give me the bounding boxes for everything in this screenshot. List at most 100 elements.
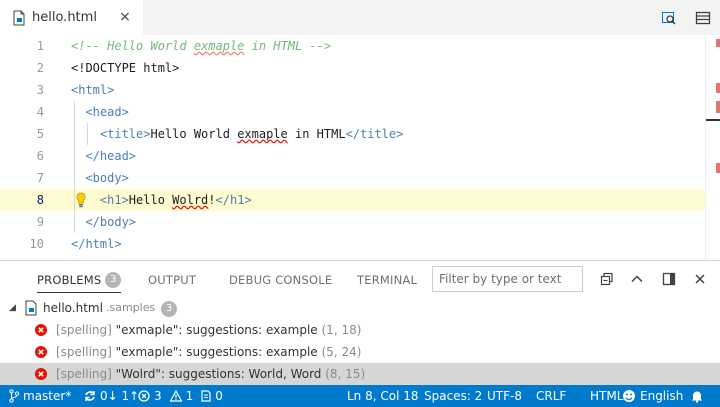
sync-item[interactable]: 0↓ 1↑ [84,385,139,407]
tab-output[interactable]: OUTPUT [148,261,196,299]
code-editor[interactable]: 1 <!-- Hello World exmaple in HTML --> 2 <!… [0,35,720,260]
cursor-position-item[interactable]: Ln 8, Col 18 [347,385,419,407]
code-token: </title> [345,127,404,141]
tab-terminal[interactable]: TERMINAL [357,261,417,299]
ruler-error-mark [716,101,720,113]
close-icon[interactable]: × [117,9,133,25]
ruler-error-mark [716,83,720,93]
split-editor-icon[interactable] [686,0,720,35]
code-line[interactable]: 7 <body> [0,167,705,189]
file-problems-badge: 3 [161,301,177,317]
notifications-item[interactable] [690,385,708,407]
line-number: 1 [36,39,44,53]
sync-icon [85,391,95,401]
eol-item[interactable]: CRLF [536,385,566,407]
indentation-item[interactable]: Spaces: 2 [424,385,482,407]
ruler-cursor-mark [706,119,720,121]
code-text: </body> [71,211,136,233]
expand-chevron-icon[interactable]: ◢ [9,297,16,319]
code-text: <h1>Hello Wolrd!</h1> [71,189,252,211]
info-count: 0 [215,389,223,403]
overview-ruler[interactable] [705,35,720,260]
problem-row[interactable]: [spelling] "Wolrd": suggestions: World, … [0,363,720,385]
error-icon [35,346,47,358]
problems-status-item[interactable]: 3 1 0 [138,385,223,407]
error-icon [138,390,150,402]
tab-problems[interactable]: PROBLEMS 3 [37,261,122,299]
code-line[interactable]: 9 </body> [0,211,705,233]
file-html-icon [13,10,25,25]
problem-row[interactable]: [spelling] "exmaple": suggestions: examp… [0,341,720,363]
tab-debug-console[interactable]: DEBUG CONSOLE [229,261,332,299]
code-token: Hello World [150,127,238,141]
code-line[interactable]: 6 </head> [0,145,705,167]
language-mode-item[interactable]: HTML [590,385,623,407]
open-preview-icon[interactable] [652,0,686,35]
code-line[interactable]: 2 <!DOCTYPE html> [0,57,705,79]
close-panel-icon[interactable] [692,271,708,287]
code-text: <!-- Hello World exmaple in HTML --> [71,35,331,57]
misspelled-word: exmaple [193,39,245,53]
warning-count: 1 [185,389,194,403]
code-token: <head> [71,105,129,119]
file-html-icon [25,300,37,316]
code-text: </head> [71,145,136,167]
code-token: <body> [71,171,129,185]
status-bar: master* 0↓ 1↑ 3 1 0 Ln 8, Col 18 Spaces:… [0,385,720,407]
editor-actions [652,0,720,35]
ruler-error-mark [716,39,720,47]
tab-hello-html[interactable]: hello.html × [0,0,143,35]
locale-item[interactable]: English [622,385,683,407]
problem-message: "exmaple": suggestions: example [115,323,322,337]
problem-text: [spelling] "exmaple": suggestions: examp… [56,341,361,363]
code-line[interactable]: 1 <!-- Hello World exmaple in HTML --> [0,35,705,57]
error-icon [35,368,47,380]
git-branch-icon [9,389,19,403]
line-number: 7 [36,171,44,185]
problem-source: [spelling] [56,345,116,359]
line-number: 6 [36,149,44,163]
code-token: <!DOCTYPE html> [71,61,180,75]
problem-location: (8, 15) [325,367,366,381]
code-line[interactable]: 5 <title>Hello World exmaple in HTML</ti… [0,123,705,145]
line-number: 3 [36,83,44,97]
problem-row[interactable]: [spelling] "exmaple": suggestions: examp… [0,319,720,341]
problem-location: (1, 18) [321,323,362,337]
code-text: </html> [71,233,122,255]
code-text: <body> [71,167,129,189]
line-number: 10 [29,237,44,251]
code-token: in HTML [287,127,346,141]
problem-message: "Wolrd": suggestions: World, Word [115,367,326,381]
encoding-item[interactable]: UTF-8 [487,385,522,407]
problem-location: (5, 24) [321,345,362,359]
code-line[interactable]: 10 </html> [0,233,705,255]
problem-message: "exmaple": suggestions: example [115,345,322,359]
problems-file-name: hello.html [43,301,103,315]
smiley-icon [623,390,635,402]
problems-count-badge: 3 [105,271,122,288]
problems-filter-input[interactable]: Filter by type or text [432,266,583,292]
code-line[interactable]: 4 <head> [0,101,705,123]
misspelled-word: exmaple [237,127,288,141]
code-token: </head> [71,149,137,163]
collapse-all-icon[interactable] [599,271,615,287]
chevron-up-icon[interactable] [629,271,645,287]
toggle-layout-icon[interactable] [661,271,677,287]
git-branch-item[interactable]: master* [9,385,71,407]
bell-icon [691,391,703,403]
editor-tab-bar: hello.html × [0,0,720,35]
error-count: 3 [154,389,162,403]
lightbulb-icon[interactable] [75,192,87,208]
code-line[interactable]: 8 <h1>Hello Wolrd!</h1> [0,189,705,211]
line-number: 4 [36,105,44,119]
line-number: 2 [36,61,44,75]
code-token: </html> [71,237,122,251]
code-token: </h1> [215,193,252,207]
code-token: <!-- Hello World [71,39,194,53]
problems-file-row[interactable]: ◢ hello.html .samples 3 [0,297,720,319]
code-line[interactable]: 3 <html> [0,79,705,101]
problems-file-folder: .samples [106,301,156,314]
code-text: <html> [71,79,114,101]
code-token: </body> [71,215,137,229]
line-number: 5 [36,127,44,141]
